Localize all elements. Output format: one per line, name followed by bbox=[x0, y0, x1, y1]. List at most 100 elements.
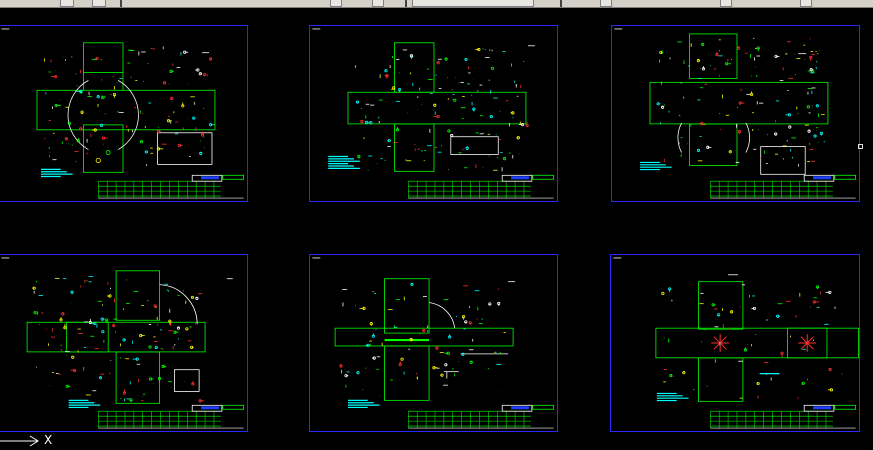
toolbar-button[interactable] bbox=[92, 0, 106, 7]
fixture-symbol bbox=[435, 346, 439, 350]
toolbar-button[interactable] bbox=[720, 0, 732, 7]
fixture-symbol bbox=[190, 345, 194, 349]
title-block bbox=[98, 404, 245, 429]
floor-plan-drawing bbox=[614, 28, 857, 199]
fixture-symbol bbox=[668, 287, 672, 291]
fixture-symbol bbox=[54, 103, 58, 108]
fixture-symbol bbox=[715, 53, 719, 57]
wall-outline bbox=[698, 281, 744, 330]
wall-outline bbox=[115, 270, 160, 321]
fixture-symbol bbox=[477, 47, 481, 52]
fixture-symbol bbox=[70, 290, 74, 294]
floor-plan-geometry bbox=[334, 278, 555, 429]
door-swing-arc bbox=[159, 284, 198, 325]
fixture-symbol bbox=[98, 376, 103, 380]
title-block bbox=[408, 404, 555, 429]
wall-outline bbox=[66, 321, 109, 353]
drawing-line bbox=[806, 336, 814, 344]
drawing-sheet-5[interactable] bbox=[309, 254, 558, 432]
floor-plan-drawing bbox=[1, 257, 245, 429]
drawing-sheet-3[interactable] bbox=[611, 25, 860, 202]
fixture-symbol bbox=[807, 129, 811, 133]
fixture-symbol bbox=[170, 96, 174, 101]
selection-grip[interactable] bbox=[858, 144, 863, 149]
fixture-symbol bbox=[711, 303, 715, 307]
wall-outline bbox=[384, 278, 430, 334]
detail-frame bbox=[450, 136, 499, 155]
title-cell bbox=[834, 174, 857, 180]
toolbar-button[interactable] bbox=[600, 0, 612, 7]
fixture-symbol bbox=[108, 294, 112, 298]
wall-outline bbox=[394, 123, 435, 172]
door-swing-arc bbox=[429, 302, 456, 329]
fixture-symbol bbox=[93, 321, 97, 325]
floor-plan-geometry bbox=[655, 274, 859, 429]
wall-outline bbox=[334, 327, 514, 347]
fixture-symbol bbox=[33, 311, 37, 315]
fixture-symbol bbox=[436, 114, 440, 119]
toolbar-button[interactable] bbox=[800, 0, 812, 7]
drawing-line bbox=[800, 342, 808, 350]
fixture-symbol bbox=[364, 120, 368, 124]
fixture-symbol bbox=[656, 102, 660, 106]
detail-frame bbox=[174, 369, 200, 392]
fixture-symbol bbox=[433, 103, 437, 107]
wall-outline bbox=[83, 124, 124, 173]
fixture-symbol bbox=[344, 374, 348, 378]
fixture-symbol bbox=[750, 92, 754, 97]
fixture-symbol bbox=[112, 324, 116, 328]
fixture-symbol bbox=[149, 377, 153, 381]
title-fill bbox=[813, 176, 831, 180]
fixture-symbol bbox=[400, 357, 404, 361]
door-swing-arc bbox=[745, 122, 750, 153]
fixture-symbol bbox=[788, 125, 792, 129]
toolbar-button[interactable] bbox=[372, 0, 384, 7]
fixture-symbol bbox=[156, 147, 161, 151]
notes-block bbox=[347, 399, 380, 409]
detail-frame bbox=[760, 146, 806, 175]
fixture-symbol bbox=[728, 150, 732, 154]
door-swing-arc bbox=[117, 80, 139, 150]
title-block bbox=[710, 174, 857, 199]
toolbar-button[interactable] bbox=[330, 0, 342, 7]
ucs-x-axis-label: X bbox=[44, 433, 53, 447]
drawing-sheet-4[interactable] bbox=[0, 254, 248, 432]
fixture-symbol bbox=[32, 286, 36, 290]
fixture-symbol bbox=[105, 318, 109, 322]
title-block bbox=[710, 404, 857, 429]
drawing-line bbox=[800, 336, 808, 344]
fixture-symbol bbox=[96, 95, 100, 99]
fixture-symbol bbox=[696, 148, 701, 152]
title-fill bbox=[201, 176, 219, 180]
title-cell bbox=[834, 404, 857, 410]
notes-block bbox=[68, 399, 101, 409]
fixture-symbol bbox=[490, 66, 495, 70]
fixture-symbol bbox=[469, 360, 473, 364]
title-fill bbox=[201, 406, 219, 410]
notes-block bbox=[328, 155, 360, 169]
toolbar-button[interactable] bbox=[60, 0, 74, 7]
title-cell bbox=[222, 174, 245, 180]
wall-outline bbox=[83, 42, 124, 73]
fixture-symbol bbox=[700, 121, 704, 126]
drawing-line bbox=[713, 336, 721, 344]
notes-block bbox=[640, 161, 672, 171]
drawing-sheet-6[interactable] bbox=[610, 254, 860, 432]
fixture-symbol bbox=[410, 282, 414, 287]
wall-outline bbox=[394, 42, 435, 93]
title-cell bbox=[222, 404, 245, 410]
fixture-symbol bbox=[659, 50, 663, 55]
wall-outline bbox=[689, 123, 738, 166]
fixture-symbol bbox=[440, 373, 444, 377]
ucs-arrow-icon bbox=[0, 435, 39, 447]
toolbar-dropdown[interactable] bbox=[412, 0, 534, 7]
floor-plan-geometry bbox=[328, 42, 555, 199]
fixture-symbol bbox=[422, 328, 426, 333]
floor-plan-drawing bbox=[312, 257, 555, 429]
drawing-sheet-1[interactable] bbox=[0, 25, 248, 202]
title-fill bbox=[511, 406, 529, 410]
toolbar-strip bbox=[0, 0, 873, 8]
fixture-symbol bbox=[464, 57, 468, 61]
drawing-sheet-2[interactable] bbox=[309, 25, 558, 202]
wall-outline bbox=[115, 351, 160, 404]
